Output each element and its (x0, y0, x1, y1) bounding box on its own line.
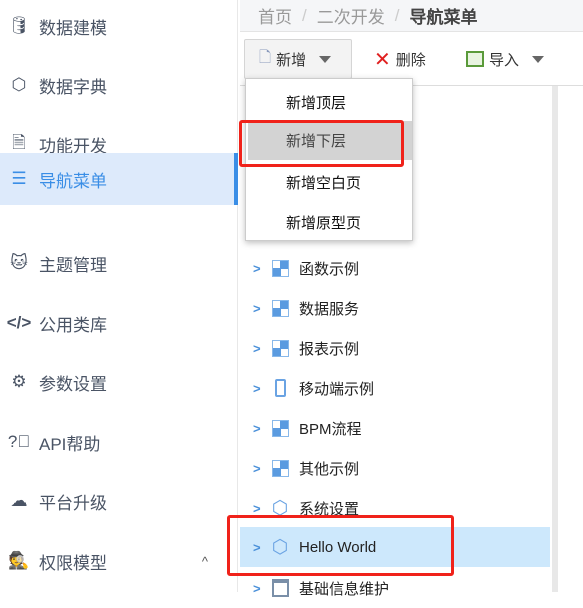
add-label: 新增 (276, 51, 307, 69)
breadcrumb-secondary-dev[interactable]: 二次开发 (317, 3, 385, 28)
chevron-up-icon[interactable]: ^ (202, 554, 208, 569)
grid-icon (271, 419, 289, 437)
sidebar-item-label: 公用类库 (39, 315, 107, 335)
chevron-right-icon[interactable]: > (253, 301, 263, 316)
menu-item-add-blank-page[interactable]: 新增空白页 (248, 163, 412, 202)
menu-item-add-top[interactable]: 新增顶层 (248, 83, 412, 122)
tree-row[interactable]: > 报表示例 (240, 328, 550, 368)
sidebar-item-params[interactable]: ⚙ 参数设置 (0, 356, 238, 408)
breadcrumb: 首页 / 二次开发 / 导航菜单 (240, 0, 583, 32)
github-icon: 🐱 (10, 253, 28, 272)
tree-row-label: 基础信息维护 (299, 580, 390, 598)
chevron-right-icon[interactable]: > (253, 461, 263, 476)
question-circle-icon: ?⃝ (7, 432, 31, 451)
chevron-right-icon[interactable]: > (253, 381, 263, 396)
cloud-download-icon: ☁ (10, 491, 28, 510)
sidebar-item-label: 导航菜单 (39, 171, 107, 191)
chevron-right-icon[interactable]: > (253, 341, 263, 356)
grid-icon (271, 259, 289, 277)
code-icon: </> (6, 313, 32, 332)
sidebar-item-label: API帮助 (39, 434, 101, 454)
mobile-icon (274, 379, 286, 397)
delete-button[interactable]: ✕ 删除 (374, 39, 426, 79)
tree-row-label: BPM流程 (299, 420, 362, 438)
menu-item-add-prototype-page[interactable]: 新增原型页 (248, 203, 412, 242)
tree-row[interactable]: > 其他示例 (240, 448, 550, 488)
caret-down-icon[interactable] (532, 55, 545, 63)
sidebar-item-label: 平台升级 (39, 493, 107, 513)
user-secret-icon: 🕵 (8, 551, 30, 570)
delete-x-icon: ✕ (374, 48, 391, 71)
sidebar-item-data-modeling[interactable]: 🛢 数据建模 (0, 0, 238, 52)
grid-icon (271, 339, 289, 357)
sidebar-item-upgrade[interactable]: ☁ 平台升级 (0, 475, 238, 527)
sidebar-item-label: 数据字典 (39, 77, 107, 97)
tree-row[interactable]: > 数据服务 (240, 288, 550, 328)
sidebar-item-theme[interactable]: 🐱 主题管理 (0, 237, 238, 289)
tree-row-label: 数据服务 (299, 300, 360, 318)
sidebar-item-nav-menu[interactable]: ☰ 导航菜单 (0, 153, 238, 205)
tree-row[interactable]: > BPM流程 (240, 408, 550, 448)
import-button[interactable]: 导入 (466, 39, 545, 79)
sidebar-item-label: 权限模型 (39, 553, 107, 573)
add-button[interactable]: 🗋 新增 (244, 39, 352, 79)
tree-row-label: 报表示例 (299, 340, 360, 358)
tree-row[interactable]: > 函数示例 (240, 248, 550, 288)
tree-row[interactable]: > 移动端示例 (240, 368, 550, 408)
database-icon: 🛢 (8, 16, 30, 35)
new-file-icon: 🗋 (259, 48, 272, 66)
sidebar-item-permission[interactable]: 🕵 权限模型 ^ (0, 535, 238, 587)
tree-row-label: 移动端示例 (299, 380, 375, 398)
cube-icon: ⬡ (11, 75, 27, 94)
scrollbar[interactable] (552, 86, 558, 592)
sidebar: 🛢 数据建模 ⬡ 数据字典 🗎 功能开发 ☰ 导航菜单 🐱 主题管理 </> 公用类库 ⚙ 参… (0, 0, 238, 592)
tree-row-label: 函数示例 (299, 260, 360, 278)
sidebar-item-label: 数据建模 (39, 18, 107, 38)
import-label: 导入 (489, 51, 520, 69)
breadcrumb-separator: / (394, 5, 400, 25)
import-icon (466, 51, 484, 67)
sidebar-item-library[interactable]: </> 公用类库 (0, 297, 238, 349)
grid-icon (271, 299, 289, 317)
breadcrumb-current: 导航菜单 (409, 8, 478, 27)
highlight-box (239, 120, 404, 167)
breadcrumb-home[interactable]: 首页 (258, 3, 292, 28)
chevron-right-icon[interactable]: > (253, 421, 263, 436)
sidebar-item-api-help[interactable]: ?⃝ API帮助 (0, 416, 238, 468)
caret-down-icon (319, 55, 332, 63)
bars-icon: ☰ (11, 169, 27, 188)
chevron-right-icon[interactable]: > (253, 501, 263, 516)
gear-icon: ⚙ (11, 372, 27, 391)
sidebar-item-label: 参数设置 (39, 374, 107, 394)
sidebar-item-data-dictionary[interactable]: ⬡ 数据字典 (0, 59, 238, 111)
chevron-right-icon[interactable]: > (253, 261, 263, 276)
grid-icon (271, 459, 289, 477)
breadcrumb-separator: / (302, 5, 307, 25)
highlight-box (227, 515, 454, 576)
delete-label: 删除 (395, 51, 426, 69)
sidebar-item-label: 主题管理 (39, 255, 107, 275)
chevron-right-icon[interactable]: > (253, 581, 263, 596)
tree-row-label: 其他示例 (299, 460, 360, 478)
window-icon (271, 579, 289, 597)
